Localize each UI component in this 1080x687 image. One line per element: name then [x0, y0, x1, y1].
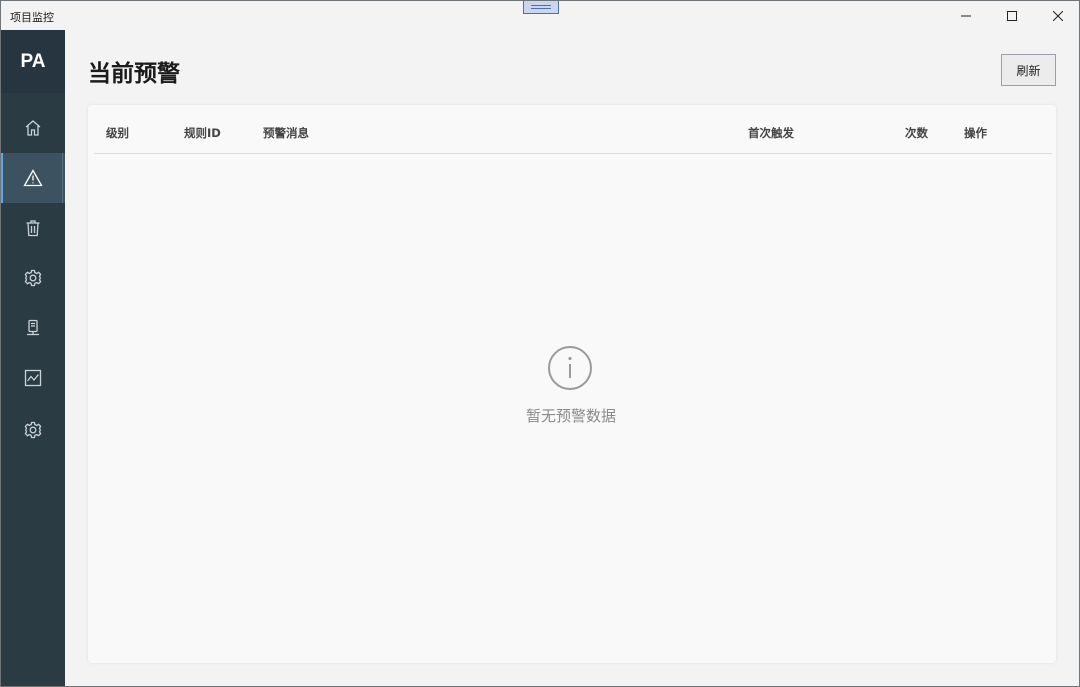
info-icon [548, 346, 592, 390]
sidebar: PA [1, 30, 65, 686]
alerts-table-card: 级别 规则ID 预警消息 首次触发 次数 操作 暂无预警数据 [88, 105, 1056, 663]
sidebar-item-alerts[interactable] [1, 153, 65, 203]
maximize-icon [1007, 10, 1017, 21]
close-button[interactable] [1035, 1, 1080, 30]
table-header: 级别 规则ID 预警消息 首次触发 次数 操作 [94, 105, 1052, 154]
sidebar-item-home[interactable] [1, 103, 65, 153]
brand-logo: PA [1, 30, 65, 93]
title-bar: 项目监控 [1, 1, 1079, 30]
sidebar-item-monitor[interactable] [1, 353, 65, 403]
column-header-message[interactable]: 预警消息 [263, 125, 309, 141]
home-icon [25, 120, 41, 136]
column-header-rule-id[interactable]: 规则ID [184, 125, 221, 141]
empty-state-text: 暂无预警数据 [525, 407, 616, 425]
page-title: 当前预警 [88, 61, 180, 87]
warning-icon [23, 169, 43, 187]
gear-icon [24, 269, 42, 287]
server-icon [27, 319, 39, 336]
maximize-button[interactable] [989, 1, 1035, 30]
minimize-button[interactable] [943, 1, 989, 30]
chart-icon [24, 369, 42, 387]
gear-icon [24, 421, 42, 439]
sidebar-item-server[interactable] [1, 303, 65, 353]
sidebar-item-trash[interactable] [1, 203, 65, 253]
refresh-button[interactable]: 刷新 [1001, 54, 1056, 86]
column-header-count[interactable]: 次数 [905, 125, 928, 141]
window-title: 项目监控 [10, 11, 54, 24]
minimize-icon [961, 15, 971, 16]
sidebar-item-settings-2[interactable] [1, 405, 65, 455]
close-icon [1053, 10, 1063, 21]
column-header-level[interactable]: 级别 [106, 125, 129, 141]
column-header-first-triggered[interactable]: 首次触发 [748, 125, 794, 141]
drag-handle[interactable] [523, 1, 559, 14]
sidebar-item-settings[interactable] [1, 253, 65, 303]
column-header-actions[interactable]: 操作 [964, 125, 987, 141]
trash-icon [26, 220, 40, 237]
